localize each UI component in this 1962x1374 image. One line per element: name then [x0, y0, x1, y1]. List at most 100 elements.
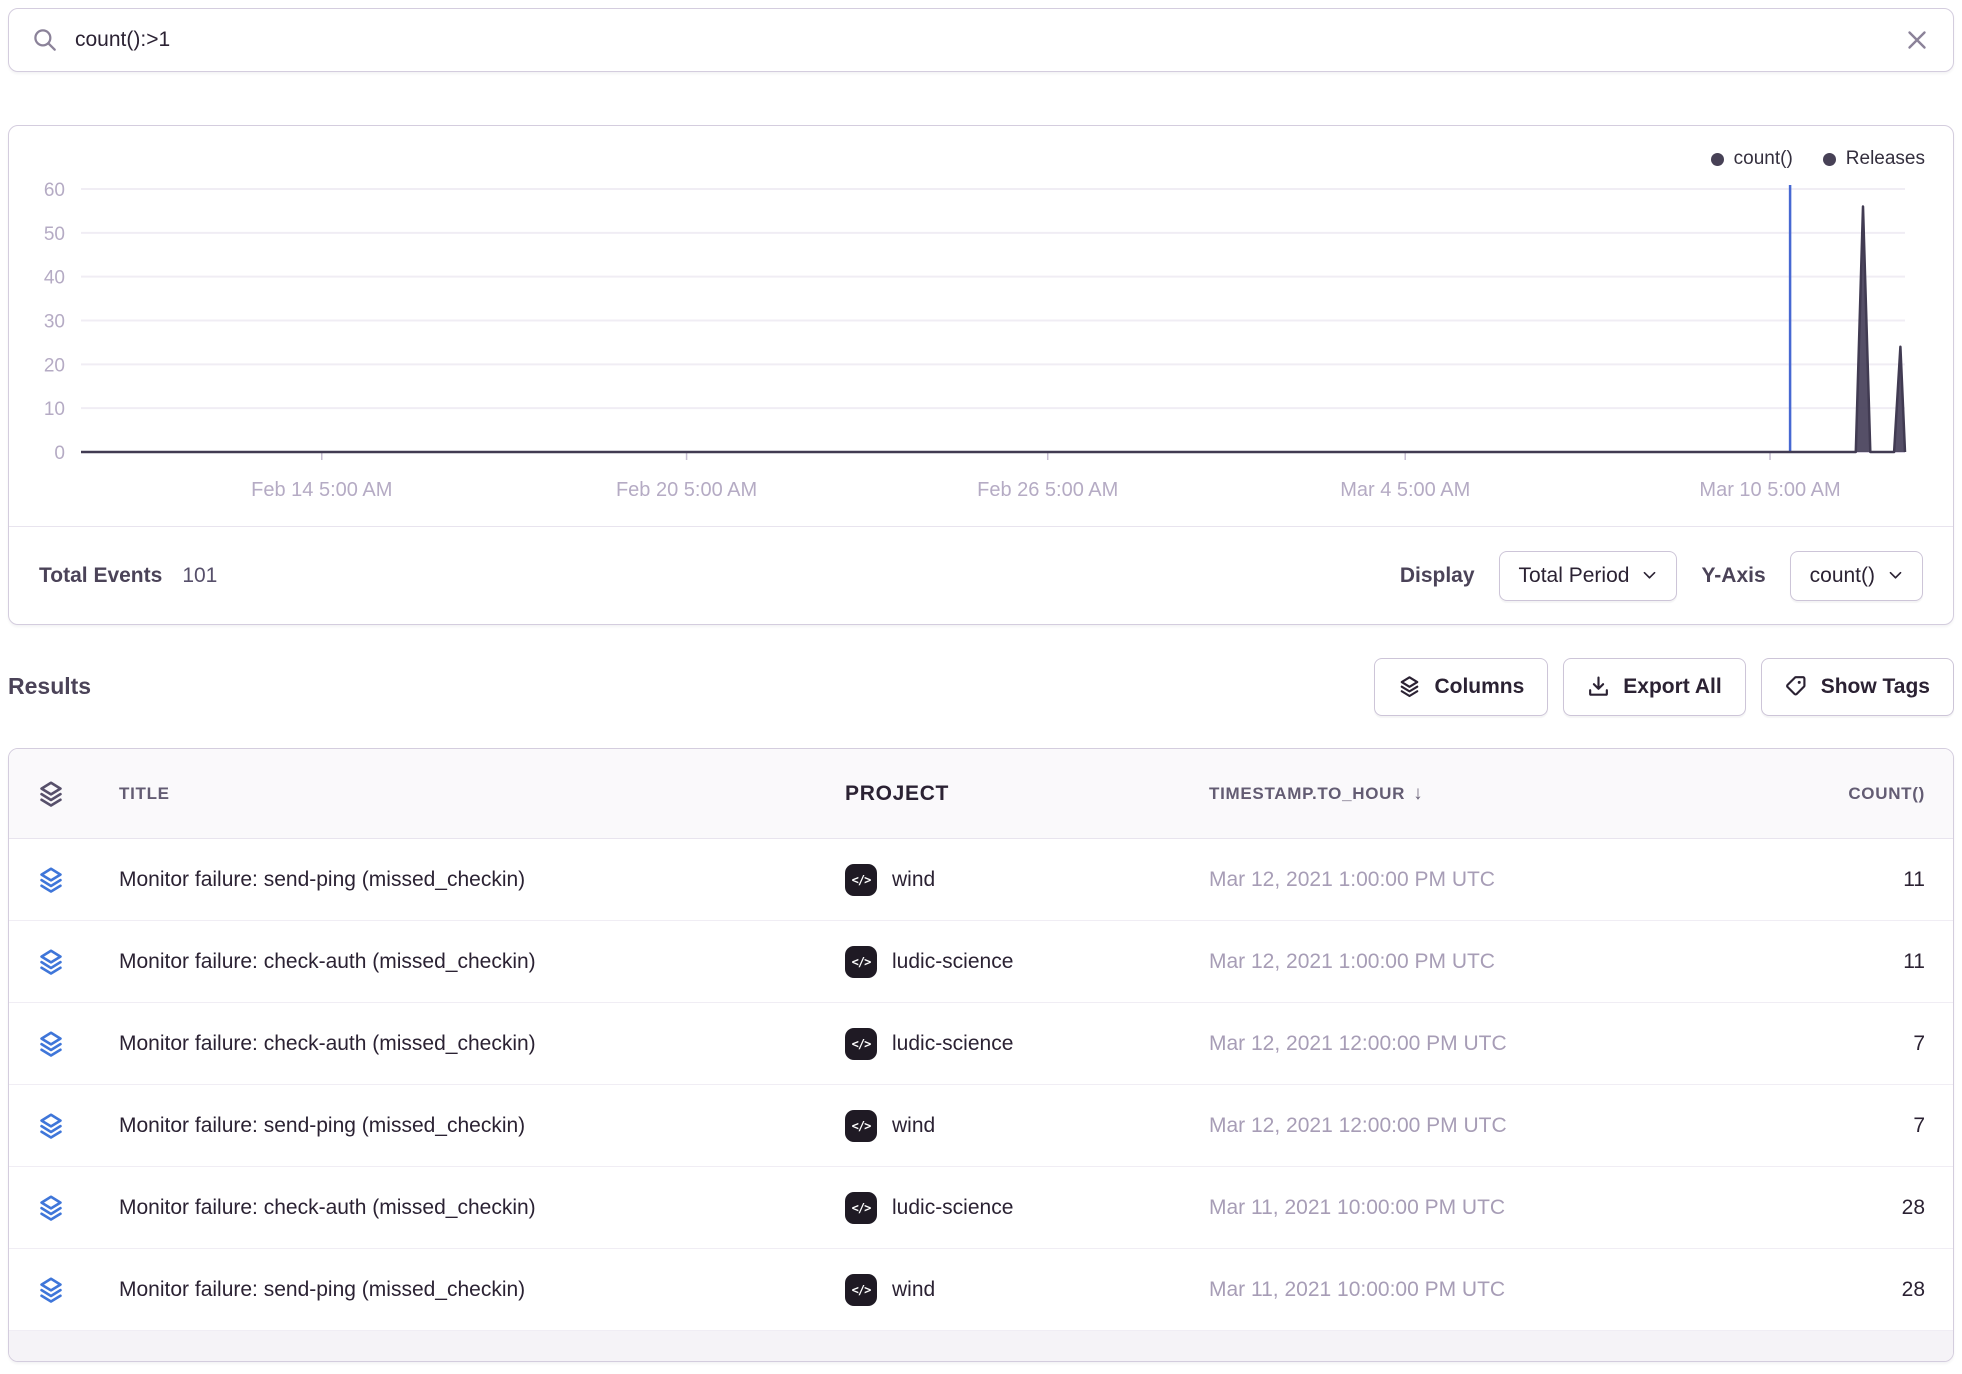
column-header-timestamp-label: TIMESTAMP.TO_HOUR [1209, 784, 1405, 804]
layers-icon [37, 866, 65, 894]
export-all-button[interactable]: Export All [1563, 658, 1745, 716]
project-platform-icon: </> [845, 1110, 877, 1142]
search-icon [33, 28, 57, 52]
svg-text:30: 30 [44, 312, 65, 333]
row-count: 7 [1733, 1114, 1953, 1138]
search-input[interactable] [73, 27, 1889, 53]
layers-icon [37, 1194, 65, 1222]
row-project[interactable]: </> ludic-science [845, 946, 1209, 978]
display-dropdown[interactable]: Total Period [1499, 551, 1678, 601]
yaxis-label: Y-Axis [1701, 564, 1765, 588]
table-row[interactable]: Monitor failure: send-ping (missed_check… [9, 1249, 1953, 1331]
project-name: wind [892, 1278, 935, 1302]
row-project[interactable]: </> wind [845, 1274, 1209, 1306]
results-heading: Results [8, 673, 91, 700]
project-platform-icon: </> [845, 1028, 877, 1060]
svg-text:Feb 14 5:00 AM: Feb 14 5:00 AM [251, 479, 392, 501]
svg-text:10: 10 [44, 399, 65, 420]
column-header-count[interactable]: COUNT() [1733, 784, 1953, 804]
row-title[interactable]: Monitor failure: check-auth (missed_chec… [93, 1196, 845, 1220]
chart-legend: count() Releases [1711, 148, 1925, 170]
project-name: wind [892, 868, 935, 892]
row-project[interactable]: </> wind [845, 864, 1209, 896]
results-header: Results Columns Export All Show Tags [8, 625, 1954, 748]
project-name: ludic-science [892, 1032, 1013, 1056]
columns-button-label: Columns [1434, 675, 1524, 699]
chevron-down-icon [1888, 568, 1903, 583]
show-tags-button[interactable]: Show Tags [1761, 658, 1954, 716]
legend-item-releases[interactable]: Releases [1823, 148, 1925, 170]
layers-icon [1398, 675, 1421, 698]
project-platform-icon: </> [845, 946, 877, 978]
table-row[interactable]: Monitor failure: check-auth (missed_chec… [9, 921, 1953, 1003]
column-header-project[interactable]: PROJECT [845, 782, 1209, 806]
table-body: Monitor failure: send-ping (missed_check… [9, 839, 1953, 1331]
svg-text:20: 20 [44, 355, 65, 376]
svg-text:0: 0 [54, 443, 65, 464]
row-title[interactable]: Monitor failure: check-auth (missed_chec… [93, 1032, 845, 1056]
table-row[interactable]: Monitor failure: check-auth (missed_chec… [9, 1167, 1953, 1249]
total-events-label: Total Events [39, 564, 162, 588]
project-name: ludic-science [892, 1196, 1013, 1220]
column-header-title[interactable]: TITLE [93, 784, 845, 804]
download-icon [1587, 675, 1610, 698]
layers-icon [37, 1030, 65, 1058]
legend-label: Releases [1846, 148, 1925, 170]
project-platform-icon: </> [845, 1192, 877, 1224]
columns-button[interactable]: Columns [1374, 658, 1548, 716]
search-bar [8, 8, 1954, 72]
yaxis-dropdown-value: count() [1810, 564, 1875, 588]
project-platform-icon: </> [845, 864, 877, 896]
row-count: 7 [1733, 1032, 1953, 1056]
legend-item-count[interactable]: count() [1711, 148, 1793, 170]
legend-dot-icon [1711, 153, 1724, 166]
column-header-timestamp[interactable]: TIMESTAMP.TO_HOUR ↓ [1209, 783, 1733, 805]
row-timestamp: Mar 12, 2021 1:00:00 PM UTC [1209, 868, 1733, 892]
row-count: 11 [1733, 950, 1953, 974]
svg-text:Feb 26 5:00 AM: Feb 26 5:00 AM [977, 479, 1118, 501]
table-row[interactable]: Monitor failure: check-auth (missed_chec… [9, 1003, 1953, 1085]
svg-text:Feb 20 5:00 AM: Feb 20 5:00 AM [616, 479, 757, 501]
row-count: 28 [1733, 1196, 1953, 1220]
svg-text:Mar 4 5:00 AM: Mar 4 5:00 AM [1340, 479, 1470, 501]
export-all-button-label: Export All [1623, 675, 1721, 699]
svg-text:60: 60 [44, 180, 65, 201]
row-title[interactable]: Monitor failure: send-ping (missed_check… [93, 1278, 845, 1302]
row-timestamp: Mar 11, 2021 10:00:00 PM UTC [1209, 1278, 1733, 1302]
tag-icon [1785, 675, 1808, 698]
row-timestamp: Mar 11, 2021 10:00:00 PM UTC [1209, 1196, 1733, 1220]
results-table: TITLE PROJECT TIMESTAMP.TO_HOUR ↓ COUNT(… [8, 748, 1954, 1362]
row-timestamp: Mar 12, 2021 1:00:00 PM UTC [1209, 950, 1733, 974]
layers-icon [37, 1276, 65, 1304]
sort-desc-icon: ↓ [1413, 783, 1423, 805]
svg-text:Mar 10 5:00 AM: Mar 10 5:00 AM [1699, 479, 1840, 501]
legend-dot-icon [1823, 153, 1836, 166]
table-row[interactable]: Monitor failure: send-ping (missed_check… [9, 839, 1953, 921]
project-platform-icon: </> [845, 1274, 877, 1306]
row-title[interactable]: Monitor failure: send-ping (missed_check… [93, 868, 845, 892]
layers-icon [37, 948, 65, 976]
row-count: 28 [1733, 1278, 1953, 1302]
project-name: ludic-science [892, 950, 1013, 974]
row-title[interactable]: Monitor failure: send-ping (missed_check… [93, 1114, 845, 1138]
yaxis-dropdown[interactable]: count() [1790, 551, 1923, 601]
row-project[interactable]: </> ludic-science [845, 1192, 1209, 1224]
close-icon[interactable] [1905, 28, 1929, 52]
row-project[interactable]: </> ludic-science [845, 1028, 1209, 1060]
total-events-value: 101 [182, 564, 217, 588]
row-title[interactable]: Monitor failure: check-auth (missed_chec… [93, 950, 845, 974]
layers-icon [37, 1112, 65, 1140]
row-project[interactable]: </> wind [845, 1110, 1209, 1142]
chevron-down-icon [1642, 568, 1657, 583]
chart-footer: Total Events 101 Display Total Period Y-… [9, 526, 1953, 624]
table-header-row: TITLE PROJECT TIMESTAMP.TO_HOUR ↓ COUNT(… [9, 749, 1953, 839]
row-timestamp: Mar 12, 2021 12:00:00 PM UTC [1209, 1114, 1733, 1138]
table-footer [9, 1331, 1953, 1361]
display-dropdown-value: Total Period [1519, 564, 1630, 588]
svg-text:50: 50 [44, 224, 65, 245]
layers-icon [37, 780, 65, 808]
project-name: wind [892, 1114, 935, 1138]
table-row[interactable]: Monitor failure: send-ping (missed_check… [9, 1085, 1953, 1167]
events-area-chart[interactable]: 0102030405060Feb 14 5:00 AMFeb 20 5:00 A… [9, 126, 1953, 530]
display-label: Display [1400, 564, 1475, 588]
